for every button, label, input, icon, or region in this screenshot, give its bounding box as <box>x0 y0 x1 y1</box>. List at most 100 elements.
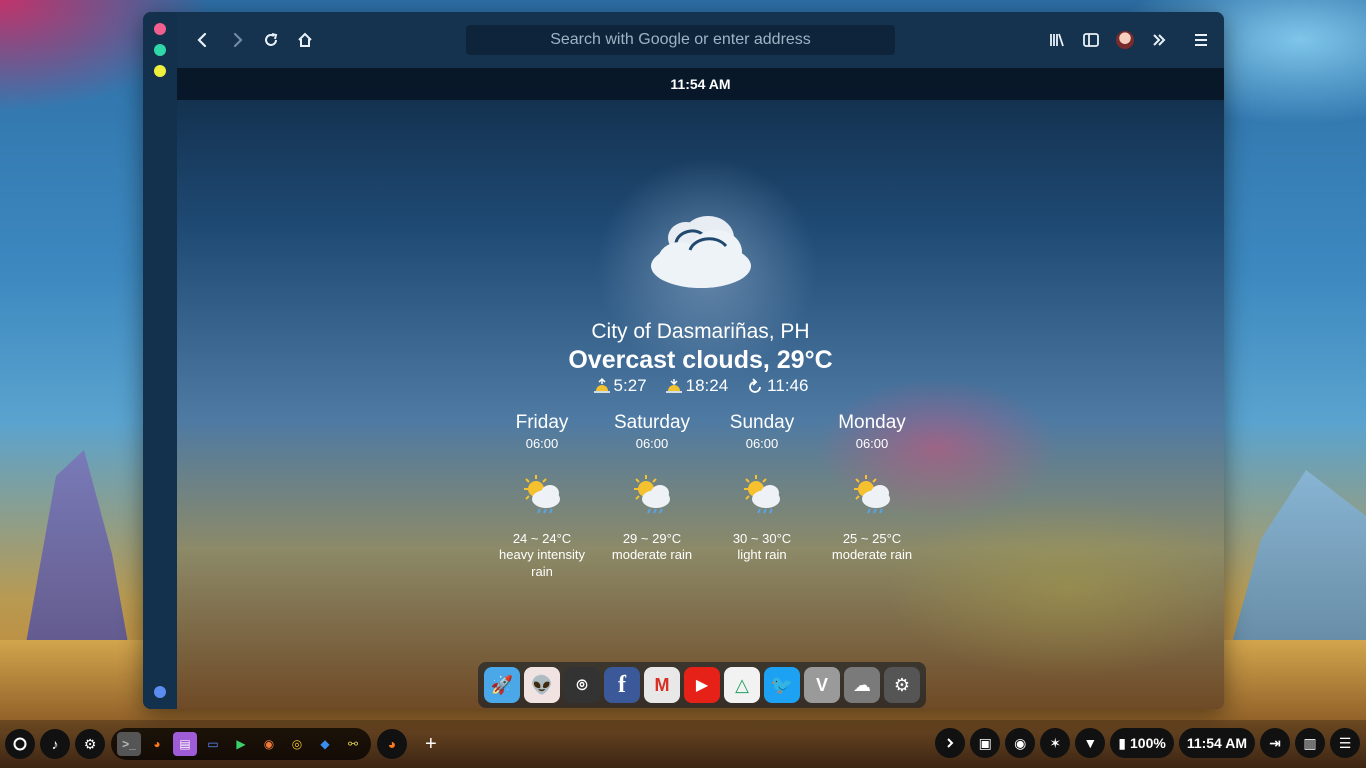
weather-condition: Overcast clouds, 29°C <box>568 346 833 374</box>
current-weather: City of Dasmariñas, PH Overcast clouds, … <box>177 208 1224 396</box>
window-side-strip <box>143 12 177 709</box>
forecast-day-time: 06:00 <box>745 436 779 451</box>
side-indicator-dot <box>154 686 166 698</box>
circle-launcher-icon <box>13 737 27 751</box>
music-note-icon: ♪ <box>51 736 59 752</box>
url-bar[interactable]: Search with Google or enter address <box>466 25 895 55</box>
system-tray: ▣ ◉ ✶ ▼ ▮ 100% 11:54 AM ⇥ ▥ ☰ <box>935 728 1360 758</box>
forecast-day-desc: moderate rain <box>611 547 693 562</box>
taskbar-time: 11:54 AM <box>1186 735 1247 751</box>
url-placeholder: Search with Google or enter address <box>550 31 811 48</box>
sunrise-time: 5:27 <box>613 376 647 395</box>
settings-icon[interactable]: ⚙ <box>884 667 920 703</box>
sunset-item: 18:24 <box>665 376 728 396</box>
games-icon[interactable]: ◉ <box>257 732 281 756</box>
pinned-firefox-button[interactable]: ◕ <box>377 729 407 759</box>
weather-city: City of Dasmariñas, PH <box>591 320 810 343</box>
taskbar: ♪ ⚙ >_ ◕ ▤ ▭ ▶ ◉ ◎ ◆ ⚯ ◕ + ▣ ◉ ✶ ▼ ▮ 100… <box>0 720 1366 768</box>
reload-button[interactable] <box>254 23 288 57</box>
forward-button[interactable] <box>220 23 254 57</box>
forecast-day-time: 06:00 <box>525 436 559 451</box>
forecast-day: Monday 06:00 25 ~ 25°C moderate rain <box>817 412 927 580</box>
text-editor-icon[interactable]: ▤ <box>173 732 197 756</box>
record-icon: ◉ <box>1014 734 1027 751</box>
clock-text: 11:54 AM <box>670 76 731 92</box>
weather-forecast: Friday 06:00 24 ~ 24°C heavy intensity r… <box>487 412 927 580</box>
wifi-button[interactable]: ▼ <box>1075 728 1106 758</box>
hamburger-menu-icon <box>1195 34 1207 46</box>
store-icon: ▣ <box>978 734 992 751</box>
reddit-icon[interactable]: 👽 <box>524 667 560 703</box>
sidebar-button[interactable] <box>1074 23 1108 57</box>
day-length: 11:46 <box>767 376 809 395</box>
forecast-day-temp: 25 ~ 25°C <box>842 531 902 546</box>
add-app-button[interactable]: + <box>425 733 437 756</box>
battery-icon: ▮ <box>1118 734 1126 751</box>
close-window-button[interactable] <box>154 23 166 35</box>
home-icon <box>298 32 312 47</box>
sun-cloud-rain-icon <box>524 475 560 514</box>
logout-button[interactable]: ⇥ <box>1260 728 1290 758</box>
account-button[interactable] <box>1108 23 1142 57</box>
rocket-app-icon[interactable]: 🚀 <box>484 667 520 703</box>
home-button[interactable] <box>288 23 322 57</box>
vivaldi-icon[interactable]: V <box>804 667 840 703</box>
menu-button[interactable] <box>1184 23 1218 57</box>
layout-icon: ▥ <box>1303 734 1317 751</box>
network-tool-icon[interactable]: ⚯ <box>341 732 365 756</box>
launcher-button[interactable] <box>5 729 35 759</box>
record-button[interactable]: ◉ <box>1005 728 1036 758</box>
weather-app-icon[interactable]: ☁ <box>844 667 880 703</box>
google-drive-icon[interactable]: △ <box>724 667 760 703</box>
music-button[interactable]: ♪ <box>40 729 70 759</box>
layout-button[interactable]: ▥ <box>1295 728 1325 758</box>
forecast-day-desc: moderate rain <box>831 547 913 562</box>
firefox-icon[interactable]: ◕ <box>145 732 169 756</box>
forecast-day-name: Friday <box>515 412 569 433</box>
facebook-icon[interactable]: f <box>604 667 640 703</box>
gmail-icon[interactable]: M <box>644 667 680 703</box>
toolbar-right-buttons <box>1040 23 1218 57</box>
browser-toolbar: Search with Google or enter address <box>177 12 1224 68</box>
terminal-icon[interactable]: >_ <box>117 732 141 756</box>
forecast-day: Sunday 06:00 30 ~ 30°C light rain <box>707 412 817 580</box>
firefox-icon: ◕ <box>387 736 397 752</box>
avatar-icon <box>1116 31 1134 49</box>
sun-cloud-rain-icon <box>744 475 780 514</box>
maximize-window-button[interactable] <box>154 44 166 56</box>
day-length-icon <box>749 378 762 393</box>
file-manager-icon[interactable]: ▭ <box>201 732 225 756</box>
forecast-day-time: 06:00 <box>855 436 889 451</box>
taskbar-clock[interactable]: 11:54 AM <box>1178 728 1255 758</box>
github-icon[interactable]: ⌾ <box>564 667 600 703</box>
library-button[interactable] <box>1040 23 1074 57</box>
media-player-icon[interactable]: ▶ <box>229 732 253 756</box>
forecast-day-temp: 24 ~ 24°C <box>512 531 572 546</box>
sunset-icon <box>665 379 682 393</box>
sun-times: 5:27 18:24 11:46 <box>177 376 1224 396</box>
new-tab-page: 11:54 AM City of Dasmariñas, PH Overcast… <box>177 68 1224 709</box>
gear-icon: ⚙ <box>83 735 97 752</box>
day-length-item: 11:46 <box>746 376 808 396</box>
forecast-day-temp: 29 ~ 29°C <box>622 531 682 546</box>
forecast-day-time: 06:00 <box>635 436 669 451</box>
twitter-icon[interactable]: 🐦 <box>764 667 800 703</box>
settings-button[interactable]: ⚙ <box>75 729 105 759</box>
expand-tray-button[interactable] <box>935 728 966 758</box>
forecast-day-name: Monday <box>838 412 906 433</box>
sunrise-item: 5:27 <box>593 376 647 396</box>
back-button[interactable] <box>186 23 220 57</box>
forecast-day-name: Sunday <box>729 412 795 433</box>
store-button[interactable]: ▣ <box>970 728 1001 758</box>
list-button[interactable]: ☰ <box>1330 728 1360 758</box>
3d-box-icon[interactable]: ◆ <box>313 732 337 756</box>
bluetooth-button[interactable]: ✶ <box>1040 728 1071 758</box>
overflow-button[interactable] <box>1142 23 1176 57</box>
back-arrow-icon <box>197 32 207 48</box>
battery-indicator[interactable]: ▮ 100% <box>1110 728 1174 758</box>
minimize-window-button[interactable] <box>154 65 166 77</box>
forecast-day: Saturday 06:00 29 ~ 29°C moderate rain <box>597 412 707 580</box>
chrome-icon[interactable]: ◎ <box>285 732 309 756</box>
youtube-icon[interactable]: ▶ <box>684 667 720 703</box>
clock-bar: 11:54 AM <box>177 68 1224 100</box>
